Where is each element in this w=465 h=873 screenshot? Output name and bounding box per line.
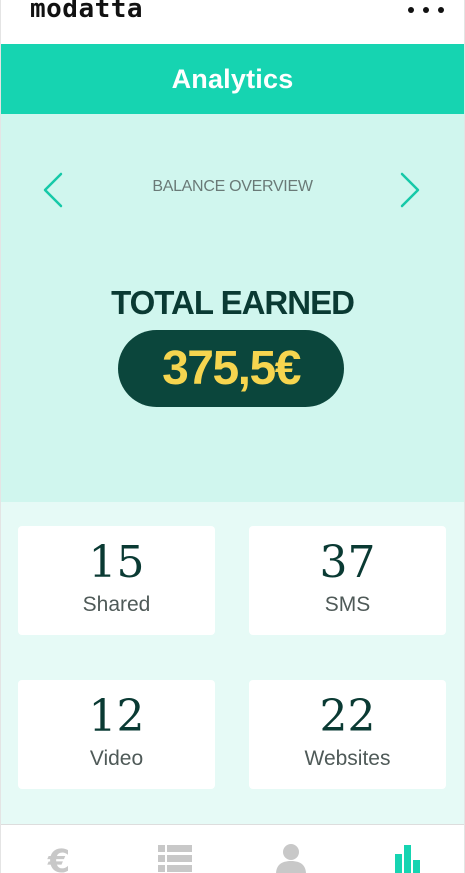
stat-label: Shared — [82, 593, 151, 616]
tab-list[interactable] — [117, 825, 233, 873]
stat-label: SMS — [324, 593, 371, 616]
tab-analytics[interactable] — [350, 825, 464, 873]
stat-card-websites[interactable]: 22 Websites — [249, 680, 446, 789]
euro-icon: € — [47, 843, 70, 873]
stat-card-shared[interactable]: 15 Shared — [18, 526, 215, 635]
stat-card-video[interactable]: 12 Video — [18, 680, 215, 789]
stat-label: Websites — [304, 747, 391, 770]
tab-earnings[interactable]: € — [1, 825, 117, 873]
svg-text:€: € — [47, 843, 70, 873]
more-options-button[interactable] — [408, 4, 444, 16]
total-earned-amount: 375,5€ — [162, 342, 301, 395]
stat-card-sms[interactable]: 37 SMS — [249, 526, 446, 635]
list-icon — [158, 845, 192, 872]
stat-value: 12 — [88, 691, 145, 742]
total-earned-badge: 375,5€ — [118, 330, 344, 407]
more-dot-icon — [438, 7, 444, 13]
bar-chart-icon — [395, 845, 420, 873]
stat-value: 37 — [319, 537, 376, 588]
stats-grid: 15 Shared 37 SMS 12 Video 22 Websites — [1, 502, 464, 824]
stat-value: 22 — [319, 691, 376, 742]
page-title: Analytics — [171, 63, 294, 94]
chevron-right-icon — [400, 172, 420, 208]
more-dot-icon — [423, 7, 429, 13]
app-screen: modatta Analytics BALANCE OVERVIEW TOTAL… — [0, 0, 465, 873]
next-button[interactable] — [394, 170, 424, 210]
page-header: Analytics — [1, 44, 464, 114]
tab-profile[interactable] — [233, 825, 349, 873]
more-dot-icon — [408, 7, 414, 13]
stat-label: Video — [89, 747, 144, 770]
top-bar: modatta — [1, 0, 464, 44]
stat-value: 15 — [88, 537, 145, 588]
total-earned-title: TOTAL EARNED — [111, 284, 355, 321]
balance-overview-panel: BALANCE OVERVIEW TOTAL EARNED 375,5€ — [1, 114, 464, 502]
bottom-navigation: € — [1, 824, 464, 873]
app-logo: modatta — [30, 0, 144, 24]
user-icon — [276, 844, 306, 873]
